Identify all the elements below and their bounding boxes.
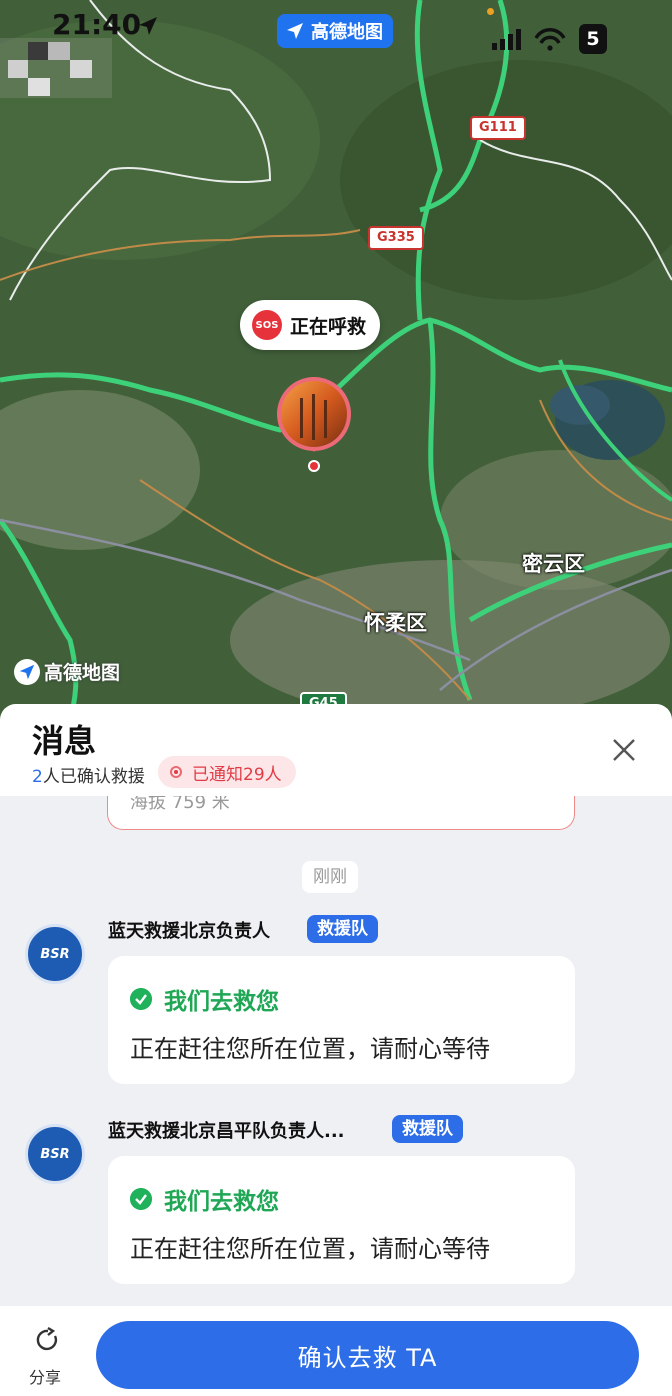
confirm-rescue-button[interactable]: 确认去救 TA	[96, 1321, 639, 1389]
signal-wifi-icon	[492, 28, 566, 51]
road-shield-g335: G335	[368, 226, 424, 250]
amap-plane-icon	[287, 23, 303, 39]
map-view[interactable]: 21:40 5 高德地图 G111 G335 G45 SOS 正在呼救 密云区 …	[0, 0, 672, 720]
amap-chip-label: 高德地图	[311, 22, 383, 43]
message-sheet: 消息 2人已确认救援 已通知29人 海拔 759 米 刚刚 BSR 蓝天救援北京…	[0, 704, 672, 1396]
location-arrow-icon	[139, 17, 157, 35]
status-time: 21:40	[52, 8, 142, 41]
amap-app-chip[interactable]: 高德地图	[277, 14, 393, 48]
notified-text: 已通知29人	[192, 764, 282, 785]
amap-watermark: 高德地图	[14, 658, 120, 685]
close-icon[interactable]	[610, 736, 638, 764]
message-text: 正在赶往您所在位置，请耐心等待	[130, 1035, 490, 1063]
message-title: 我们去救您	[164, 989, 279, 1015]
message-bubble: 我们去救您 正在赶往您所在位置，请耐心等待	[108, 1156, 575, 1284]
notified-badge: 已通知29人	[158, 756, 296, 788]
avatar[interactable]: BSR	[25, 1124, 85, 1184]
confirmed-count: 2	[32, 767, 43, 787]
privacy-indicator	[487, 8, 494, 15]
check-circle-icon	[130, 988, 152, 1010]
avatar[interactable]: BSR	[25, 924, 85, 984]
sos-status-text: 正在呼救	[290, 315, 367, 338]
message-text: 正在赶往您所在位置，请耐心等待	[130, 1235, 490, 1263]
message-title: 我们去救您	[164, 1189, 279, 1215]
sos-callout[interactable]: SOS 正在呼救	[240, 300, 381, 350]
satellite-terrain	[0, 0, 672, 720]
road-shield-g111: G111	[470, 116, 526, 140]
time-separator: 刚刚	[302, 861, 358, 893]
sos-badge: SOS	[252, 310, 282, 340]
bottom-action-bar: 分享 确认去救 TA	[0, 1306, 672, 1396]
user-location-pin[interactable]	[276, 376, 352, 476]
team-badge: 救援队	[307, 915, 378, 943]
amap-logo-icon	[14, 658, 40, 685]
place-label-huairou: 怀柔区	[364, 611, 427, 635]
notify-dot-icon	[170, 766, 182, 778]
blurred-area	[0, 38, 112, 98]
share-label[interactable]: 分享	[29, 1364, 61, 1388]
amap-logo-label: 高德地图	[44, 662, 121, 684]
message-bubble: 我们去救您 正在赶往您所在位置，请耐心等待	[108, 956, 575, 1084]
check-circle-icon	[130, 1188, 152, 1210]
confirmed-summary: 2人已确认救援	[32, 762, 145, 787]
share-icon[interactable]	[34, 1326, 62, 1354]
sender-name: 蓝天救援北京昌平队负责人...	[108, 1121, 345, 1142]
sender-name: 蓝天救援北京负责人	[108, 921, 270, 942]
confirmed-text: 人已确认救援	[42, 767, 145, 787]
battery-indicator: 5	[579, 24, 607, 54]
sheet-title: 消息	[32, 722, 97, 760]
sheet-header: 消息 2人已确认救援 已通知29人	[0, 704, 672, 796]
place-label-miyun: 密云区	[522, 552, 585, 576]
team-badge: 救援队	[392, 1115, 463, 1143]
